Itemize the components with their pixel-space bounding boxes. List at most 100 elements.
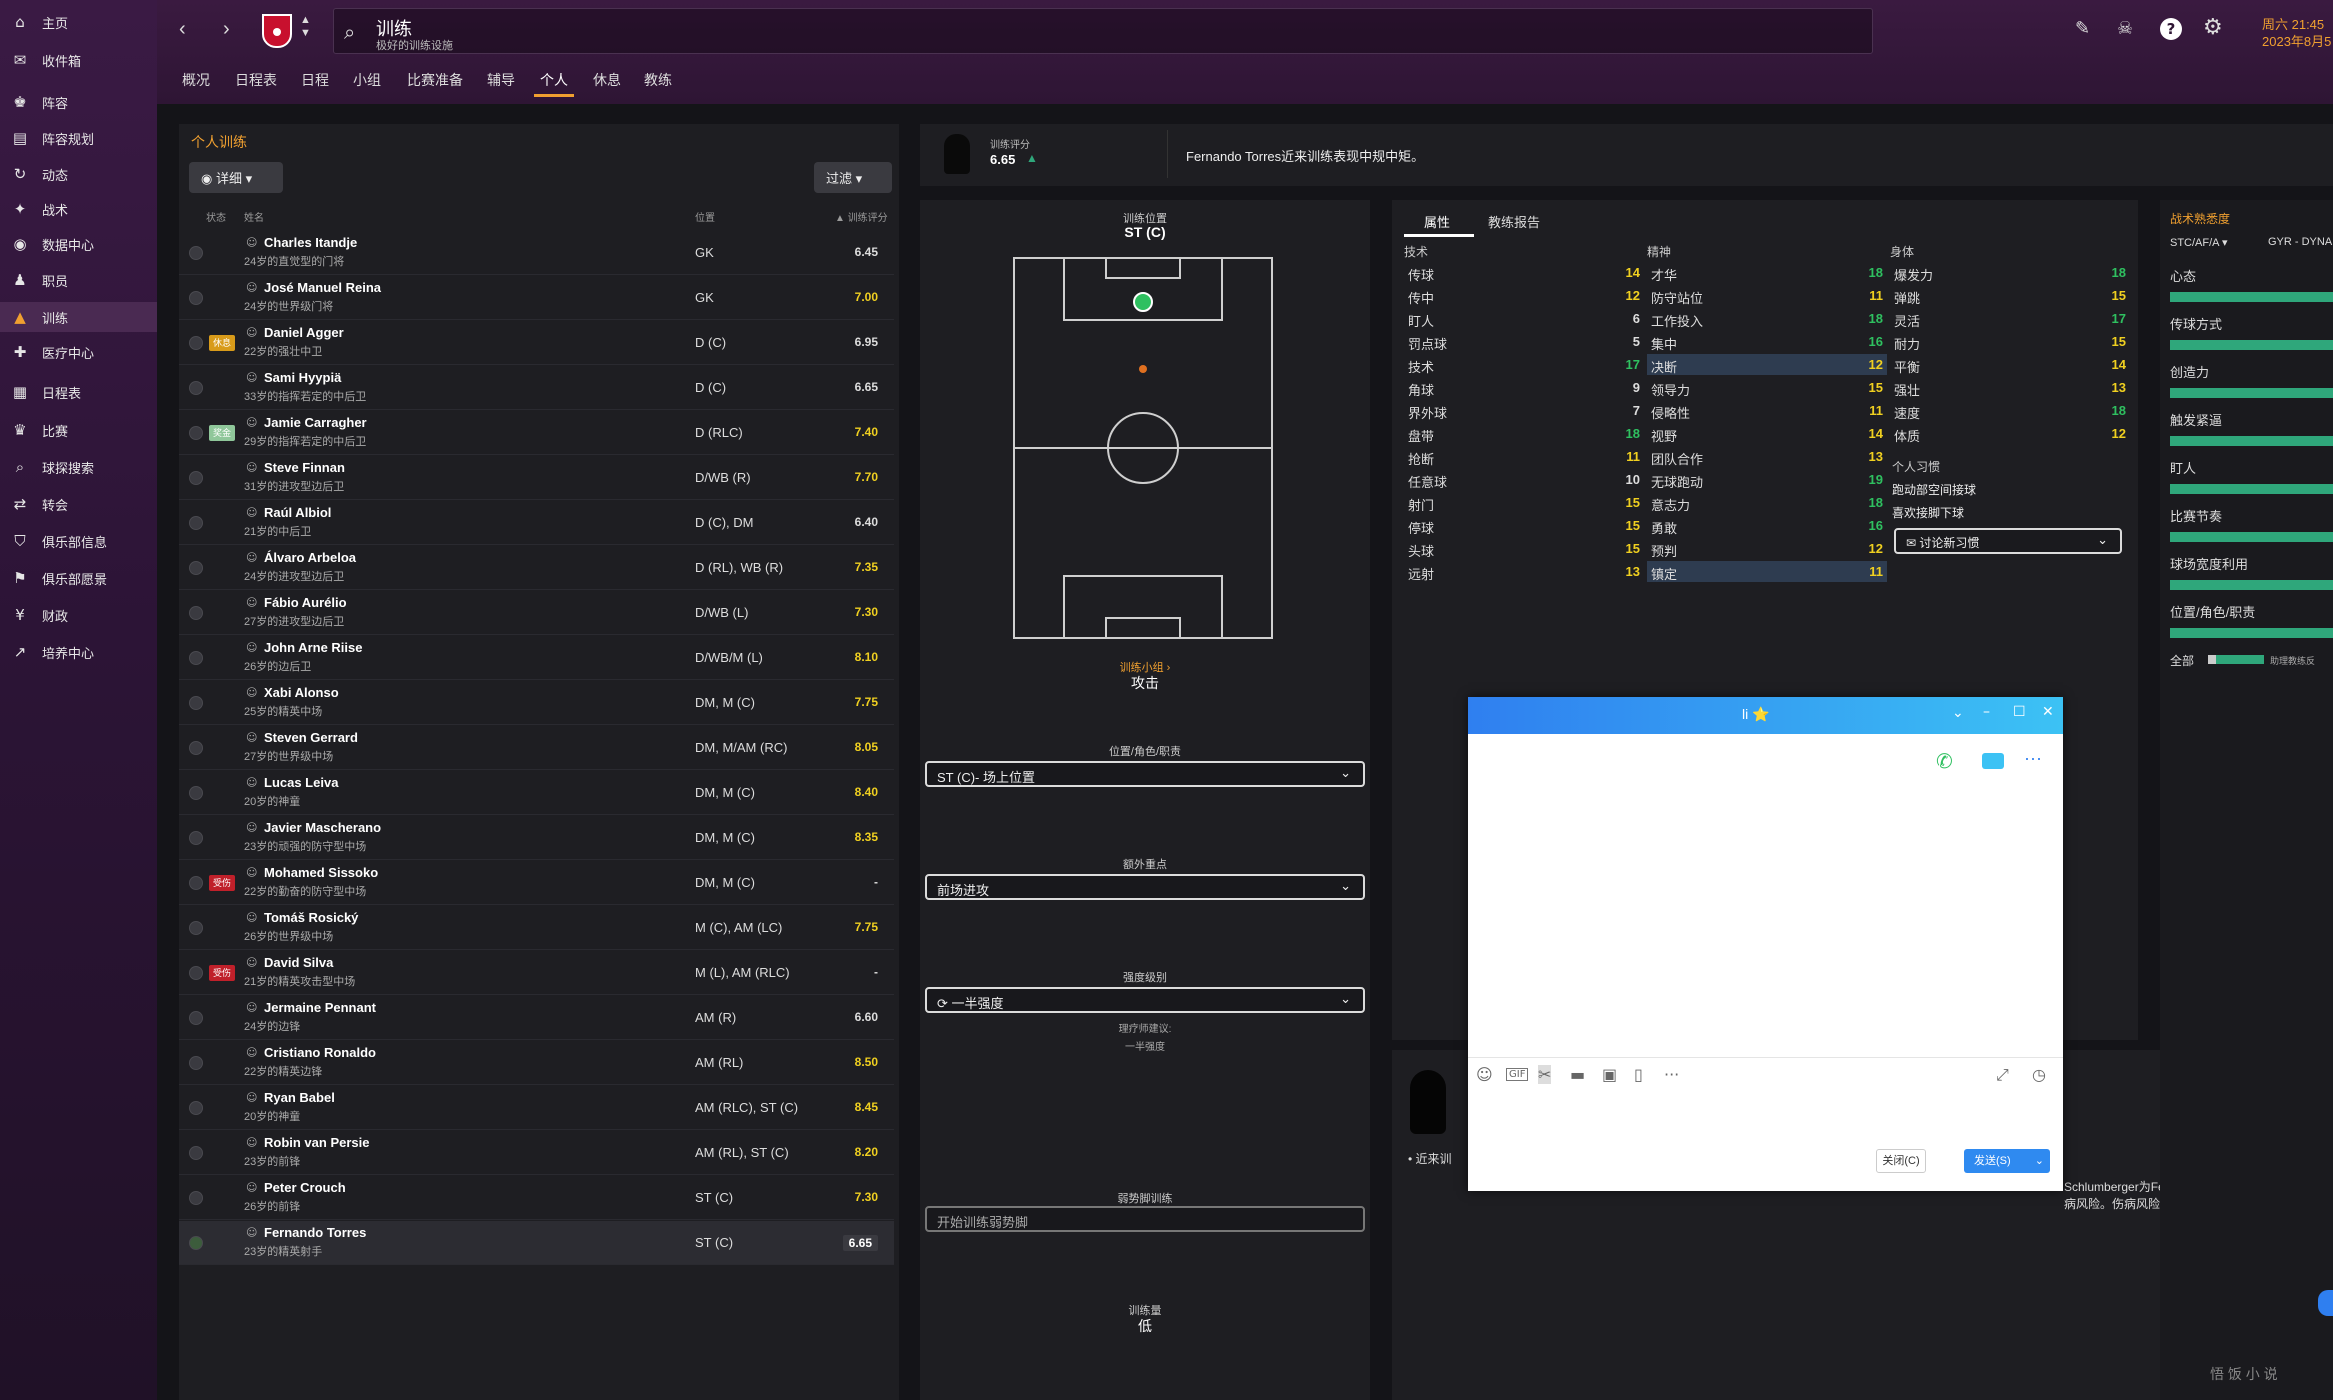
player-name[interactable]: Raúl Albiol	[264, 505, 331, 520]
player-row[interactable]: ☺ Tomáš Rosický 26岁的世界级中场 M (C), AM (LC) 7.7…	[179, 906, 894, 950]
player-row[interactable]: ☺ Steven Gerrard 27岁的世界级中场 DM, M/AM (RC) 8.0…	[179, 726, 894, 770]
side-tab[interactable]	[2318, 1290, 2333, 1316]
attribute-tech[interactable]: 界外球 7	[1404, 400, 1644, 421]
close-icon[interactable]: ✕	[2042, 704, 2054, 720]
minimize-icon[interactable]: –	[1983, 704, 1990, 720]
status-checkbox[interactable]	[189, 426, 203, 440]
status-checkbox[interactable]	[189, 1236, 203, 1250]
video-icon[interactable]	[1982, 753, 2004, 769]
more-icon[interactable]: ···	[2024, 748, 2042, 769]
player-name[interactable]: Daniel Agger	[264, 325, 344, 340]
tab-attributes[interactable]: 属性	[1424, 212, 1450, 231]
sidebar-item[interactable]: ✦ 战术	[0, 194, 157, 224]
sidebar-item[interactable]: ▦ 日程表	[0, 377, 157, 407]
player-row[interactable]: ☺ Xabi Alonso 25岁的精英中场 DM, M (C) 7.75	[179, 681, 894, 725]
attribute-mental[interactable]: 无球跑动 19	[1647, 469, 1887, 490]
attribute-mental[interactable]: 团队合作 13	[1647, 446, 1887, 467]
tab[interactable]: 概况	[182, 70, 210, 90]
status-checkbox[interactable]	[189, 831, 203, 845]
status-checkbox[interactable]	[189, 1011, 203, 1025]
player-name[interactable]: Jermaine Pennant	[264, 1000, 376, 1015]
attribute-tech[interactable]: 传球 14	[1404, 262, 1644, 283]
detail-dropdown[interactable]: ◉ 详细 ▾	[189, 162, 283, 193]
player-name[interactable]: José Manuel Reina	[264, 280, 381, 295]
col-status[interactable]: 状态	[206, 209, 226, 224]
date-display[interactable]: 周六 21:45 2023年8月5	[2262, 16, 2331, 50]
image-icon[interactable]: ▣	[1602, 1065, 1617, 1084]
player-row[interactable]: ☺ Cristiano Ronaldo 22岁的精英边锋 AM (RL) 8.50	[179, 1041, 894, 1085]
player-name[interactable]: Ryan Babel	[264, 1090, 335, 1105]
player-row[interactable]: ☺ John Arne Riise 26岁的边后卫 D/WB/M (L) 8.10	[179, 636, 894, 680]
col-rating[interactable]: ▲ 训练评分	[835, 209, 888, 224]
attribute-tech[interactable]: 射门 15	[1404, 492, 1644, 513]
player-name[interactable]: Mohamed Sissoko	[264, 865, 378, 880]
attribute-phys[interactable]: 弹跳 15	[1890, 285, 2130, 306]
attribute-mental[interactable]: 集中 16	[1647, 331, 1887, 352]
sidebar-item[interactable]: ⌕ 球探搜索	[0, 452, 157, 482]
attribute-phys[interactable]: 耐力 15	[1890, 331, 2130, 352]
close-chat-button[interactable]: 关闭(C)	[1876, 1149, 1926, 1173]
attribute-mental[interactable]: 意志力 18	[1647, 492, 1887, 513]
status-checkbox[interactable]	[189, 291, 203, 305]
filter-button[interactable]: 过滤 ▾	[814, 162, 892, 193]
history-icon[interactable]: ◷	[2032, 1065, 2046, 1084]
tab[interactable]: 比赛准备	[407, 70, 463, 90]
sidebar-item[interactable]: ▲ 训练	[0, 302, 157, 332]
expand-icon[interactable]: ⤢	[1996, 1065, 2009, 1085]
help-icon[interactable]: ?	[2160, 18, 2182, 40]
attribute-mental[interactable]: 工作投入 18	[1647, 308, 1887, 329]
attribute-tech[interactable]: 盘带 18	[1404, 423, 1644, 444]
emoji-icon[interactable]: ☺	[1476, 1065, 1493, 1084]
intensity-dropdown[interactable]: ⟳ 一半强度 ⌄	[925, 987, 1365, 1013]
player-name[interactable]: John Arne Riise	[264, 640, 362, 655]
discuss-habit-dropdown[interactable]: ✉ 讨论新习惯 ⌄	[1894, 528, 2122, 554]
attribute-mental[interactable]: 侵略性 11	[1647, 400, 1887, 421]
player-name[interactable]: Lucas Leiva	[264, 775, 338, 790]
tab[interactable]: 休息	[593, 70, 621, 90]
attribute-tech[interactable]: 盯人 6	[1404, 308, 1644, 329]
attribute-mental[interactable]: 决断 12	[1647, 354, 1887, 375]
col-position[interactable]: 位置	[695, 209, 715, 224]
status-checkbox[interactable]	[189, 336, 203, 350]
tab[interactable]: 个人	[534, 70, 574, 97]
status-checkbox[interactable]	[189, 786, 203, 800]
role-dropdown[interactable]: ST (C)- 场上位置 ⌄	[925, 761, 1365, 787]
attribute-phys[interactable]: 灵活 17	[1890, 308, 2130, 329]
sidebar-item[interactable]: ↻ 动态	[0, 159, 157, 189]
scissors-icon[interactable]: ✂	[1538, 1065, 1552, 1084]
sidebar-item[interactable]: ✉ 收件箱	[0, 45, 157, 75]
status-checkbox[interactable]	[189, 516, 203, 530]
player-name[interactable]: Jamie Carragher	[264, 415, 367, 430]
player-name[interactable]: Tomáš Rosický	[264, 910, 358, 925]
tactic-select-2[interactable]: GYR - DYNA	[2268, 236, 2332, 248]
status-checkbox[interactable]	[189, 1146, 203, 1160]
player-name[interactable]: Robin van Persie	[264, 1135, 369, 1150]
sidebar-item[interactable]: ♛ 比赛	[0, 415, 157, 445]
sidebar-item[interactable]: ⚑ 俱乐部愿景	[0, 563, 157, 593]
attribute-tech[interactable]: 停球 15	[1404, 515, 1644, 536]
attribute-phys[interactable]: 速度 18	[1890, 400, 2130, 421]
status-checkbox[interactable]	[189, 561, 203, 575]
sidebar-item[interactable]: ✚ 医疗中心	[0, 337, 157, 367]
chevron-down-icon[interactable]: ⌄	[1952, 705, 1964, 721]
player-row[interactable]: 受伤 ☺ Mohamed Sissoko 22岁的勤奋的防守型中场 DM, M (C) -	[179, 861, 894, 905]
status-checkbox[interactable]	[189, 696, 203, 710]
tab[interactable]: 辅导	[487, 70, 515, 90]
chat-title-bar[interactable]: li ⭐ ⌄ – ☐ ✕	[1468, 697, 2063, 734]
edit-icon[interactable]: ✎	[2075, 18, 2090, 39]
status-checkbox[interactable]	[189, 921, 203, 935]
tab[interactable]: 日程	[301, 70, 329, 90]
status-checkbox[interactable]	[189, 246, 203, 260]
forward-icon[interactable]: ›	[223, 18, 230, 41]
status-checkbox[interactable]	[189, 966, 203, 980]
col-name[interactable]: 姓名	[244, 209, 264, 224]
skull-icon[interactable]: ☠	[2117, 18, 2133, 39]
attribute-mental[interactable]: 才华 18	[1647, 262, 1887, 283]
attribute-tech[interactable]: 头球 15	[1404, 538, 1644, 559]
player-name[interactable]: Steve Finnan	[264, 460, 345, 475]
attribute-phys[interactable]: 平衡 14	[1890, 354, 2130, 375]
player-row[interactable]: ☺ Peter Crouch 26岁的前锋 ST (C) 7.30	[179, 1176, 894, 1220]
attribute-phys[interactable]: 体质 12	[1890, 423, 2130, 444]
tab[interactable]: 教练	[644, 70, 672, 90]
attribute-mental[interactable]: 镇定 11	[1647, 561, 1887, 582]
